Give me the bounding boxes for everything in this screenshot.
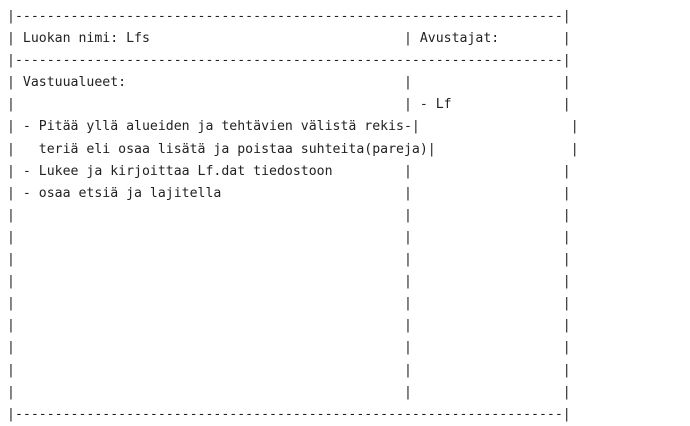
empty-row: | | | xyxy=(7,340,571,356)
empty-row: | | | xyxy=(7,252,571,268)
crc-card: |---------------------------------------… xyxy=(7,6,579,426)
responsibility-1-line-2: | teriä eli osaa lisätä ja poistaa suhte… xyxy=(7,141,579,157)
responsibility-1-line-1: | - Pitää yllä alueiden ja tehtävien väl… xyxy=(7,119,579,135)
top-border: |---------------------------------------… xyxy=(7,9,571,24)
empty-row: | | | xyxy=(7,296,571,312)
empty-row: | | | xyxy=(7,207,571,223)
collaborator-row: | | - Lf | xyxy=(7,97,571,113)
empty-row: | | | xyxy=(7,318,571,334)
empty-row: | | | xyxy=(7,362,571,378)
header-divider: |---------------------------------------… xyxy=(7,53,571,69)
responsibility-3: | - osaa etsiä ja lajitella | | xyxy=(7,185,571,201)
empty-row: | | | xyxy=(7,229,571,245)
empty-row: | | | xyxy=(7,384,571,400)
empty-row: | | | xyxy=(7,274,571,290)
responsibility-2: | - Lukee ja kirjoittaa Lf.dat tiedostoo… xyxy=(7,163,571,179)
bottom-border: |---------------------------------------… xyxy=(7,406,571,422)
header-row: | Luokan nimi: Lfs | Avustajat: | xyxy=(7,31,571,47)
responsibilities-title-row: | Vastuualueet: | | xyxy=(7,75,571,91)
